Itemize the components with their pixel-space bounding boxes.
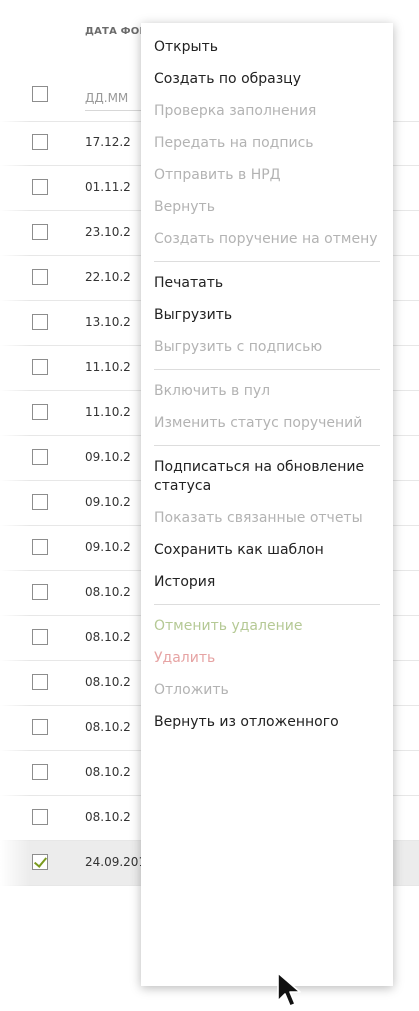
row-date: 08.10.2 bbox=[85, 765, 131, 779]
menu-item[interactable]: Вернуть из отложенного bbox=[141, 707, 393, 739]
menu-item[interactable]: Создать поручение на отмену bbox=[141, 224, 393, 256]
menu-item[interactable]: Открыть bbox=[141, 32, 393, 64]
row-checkbox[interactable] bbox=[32, 809, 48, 825]
menu-item[interactable]: Удалить bbox=[141, 643, 393, 675]
row-checkbox[interactable] bbox=[32, 719, 48, 735]
row-checkbox[interactable] bbox=[32, 224, 48, 240]
menu-item[interactable]: Изменить статус поручений bbox=[141, 408, 393, 440]
row-checkbox[interactable] bbox=[32, 314, 48, 330]
row-date: 17.12.2 bbox=[85, 135, 131, 149]
row-checkbox[interactable] bbox=[32, 179, 48, 195]
menu-item[interactable]: Отменить удаление bbox=[141, 611, 393, 643]
menu-item[interactable]: Подписаться на обновление статуса bbox=[141, 452, 393, 503]
menu-item[interactable]: Выгрузить с подписью bbox=[141, 332, 393, 364]
row-checkbox[interactable] bbox=[32, 539, 48, 555]
row-date: 23.10.2 bbox=[85, 225, 131, 239]
row-checkbox[interactable] bbox=[32, 449, 48, 465]
menu-item[interactable]: Проверка заполнения bbox=[141, 96, 393, 128]
row-checkbox[interactable] bbox=[32, 269, 48, 285]
menu-separator bbox=[154, 369, 380, 370]
row-date: 08.10.2 bbox=[85, 630, 131, 644]
row-checkbox[interactable] bbox=[32, 359, 48, 375]
arrow-pointer-icon bbox=[277, 972, 301, 1007]
menu-separator bbox=[154, 445, 380, 446]
row-date: 11.10.2 bbox=[85, 405, 131, 419]
row-date: 08.10.2 bbox=[85, 810, 131, 824]
row-checkbox[interactable] bbox=[32, 674, 48, 690]
menu-item[interactable]: Создать по образцу bbox=[141, 64, 393, 96]
row-date: 08.10.2 bbox=[85, 720, 131, 734]
row-date: 01.11.2 bbox=[85, 180, 131, 194]
menu-item[interactable]: Отправить в НРД bbox=[141, 160, 393, 192]
row-checkbox[interactable] bbox=[32, 584, 48, 600]
row-checkbox[interactable] bbox=[32, 404, 48, 420]
menu-item[interactable]: Включить в пул bbox=[141, 376, 393, 408]
menu-item[interactable]: Вернуть bbox=[141, 192, 393, 224]
menu-separator bbox=[154, 261, 380, 262]
select-all-checkbox[interactable] bbox=[32, 86, 48, 102]
context-menu: Открыть Создать по образцу Проверка заполн… bbox=[141, 23, 393, 986]
checkmark-icon bbox=[33, 854, 48, 868]
menu-item[interactable]: Показать связанные отчеты bbox=[141, 503, 393, 535]
menu-item[interactable]: Сохранить как шаблон bbox=[141, 535, 393, 567]
row-date: 09.10.2 bbox=[85, 495, 131, 509]
row-checkbox[interactable] bbox=[32, 854, 48, 870]
menu-item[interactable]: Отложить bbox=[141, 675, 393, 707]
row-date: 09.10.2 bbox=[85, 450, 131, 464]
row-date: 13.10.2 bbox=[85, 315, 131, 329]
row-checkbox[interactable] bbox=[32, 629, 48, 645]
menu-item[interactable]: Передать на подпись bbox=[141, 128, 393, 160]
row-date: 11.10.2 bbox=[85, 360, 131, 374]
row-checkbox[interactable] bbox=[32, 494, 48, 510]
row-checkbox[interactable] bbox=[32, 134, 48, 150]
menu-separator bbox=[154, 604, 380, 605]
menu-item[interactable]: История bbox=[141, 567, 393, 599]
row-date: 08.10.2 bbox=[85, 675, 131, 689]
menu-item[interactable]: Выгрузить bbox=[141, 300, 393, 332]
menu-item[interactable]: Печатать bbox=[141, 268, 393, 300]
row-checkbox[interactable] bbox=[32, 764, 48, 780]
row-date: 08.10.2 bbox=[85, 585, 131, 599]
row-date: 09.10.2 bbox=[85, 540, 131, 554]
row-date: 22.10.2 bbox=[85, 270, 131, 284]
